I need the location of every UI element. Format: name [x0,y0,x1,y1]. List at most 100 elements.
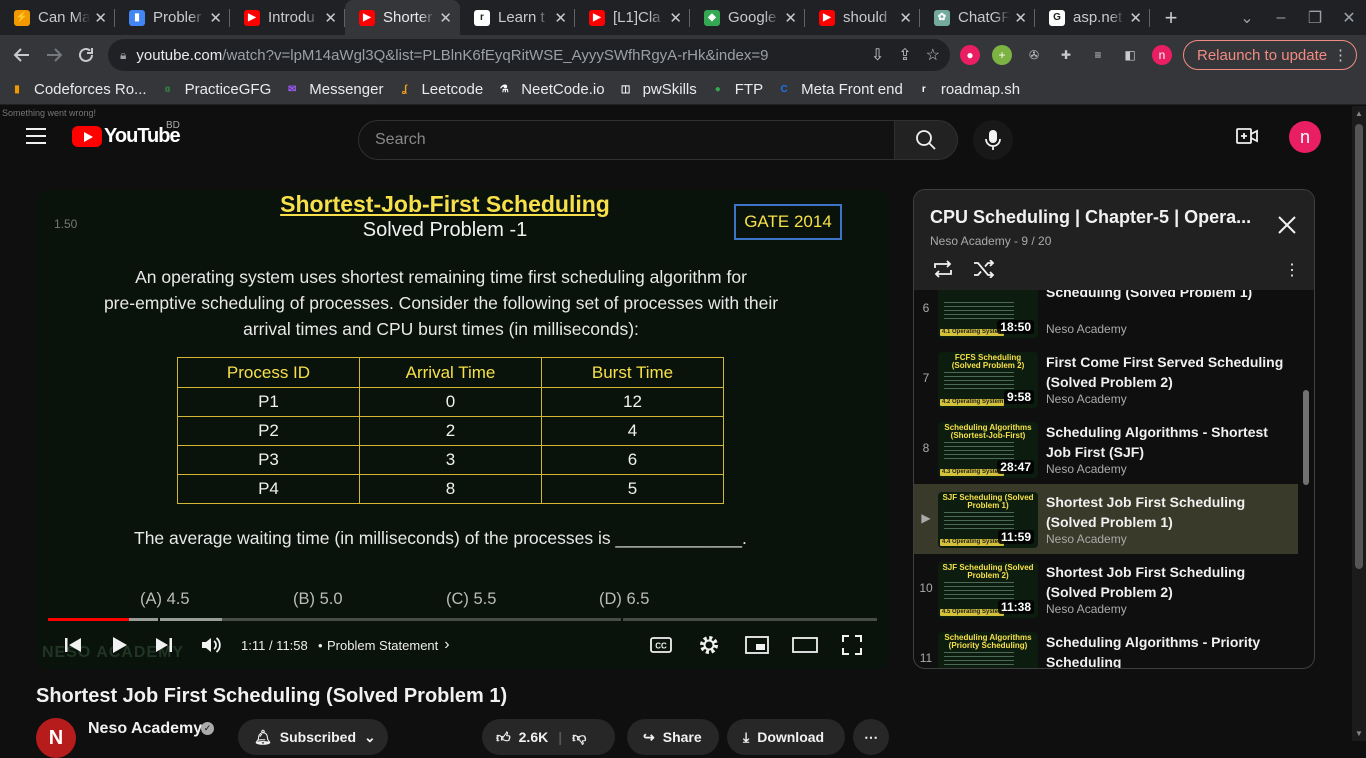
lock-icon[interactable]: 🔒︎ [120,48,126,63]
tab-close-icon[interactable]: ✕ [669,9,682,27]
play-button[interactable] [109,630,129,660]
channel-name[interactable]: Neso Academy [88,720,202,738]
search-input[interactable]: Search [358,120,895,160]
video-player[interactable]: 1.50 Shortest-Job-First Scheduling Solve… [36,190,889,669]
youtube-logo[interactable]: YouTube BD [72,120,181,148]
browser-tab[interactable]: ◆ Google ✕ [690,0,805,35]
chapter-title-button[interactable]: Problem Statement › [327,630,450,660]
browser-tab[interactable]: ▶ [L1]Cla ✕ [575,0,690,35]
extension-mic-off-icon[interactable]: ✇ [1024,45,1044,65]
playlist-item[interactable]: 7 FCFS Scheduling (Solved Problem 2) 4.2 O… [914,344,1298,414]
browser-tab[interactable]: ⚡ Can Ma ✕ [0,0,115,35]
playlist-item-channel: Neso Academy [1046,462,1127,476]
profile-avatar[interactable]: n [1152,45,1172,65]
bookmark-item[interactable]: ✉ Messenger [285,81,383,98]
theater-mode-button[interactable] [792,630,818,660]
tab-close-icon[interactable]: ✕ [439,9,452,27]
media-queue-icon[interactable]: ≡ [1088,45,1108,65]
side-panel-icon[interactable]: ◧ [1120,45,1140,65]
bookmark-item[interactable]: ▮ Codeforces Ro... [10,81,146,98]
scroll-up-arrow-icon[interactable]: ▲ [1355,109,1363,118]
volume-button[interactable] [200,630,222,660]
tab-close-icon[interactable]: ✕ [1129,9,1142,27]
playlist-item[interactable]: 6 4.1 Operating System 18:50 Scheduling (So… [914,290,1298,344]
browser-tab[interactable]: ▶ should ✕ [805,0,920,35]
tab-close-icon[interactable]: ✕ [784,9,797,27]
browser-tab[interactable]: ▮ Probler ✕ [115,0,230,35]
browser-tab[interactable]: ▶ Shorter ✕ [345,0,460,35]
playlist-item[interactable]: 10 SJF Scheduling (Solved Problem 2) 4.5 O… [914,554,1298,624]
page-scrollbar[interactable]: ▲ ▼ [1352,106,1366,741]
omnibox[interactable]: 🔒︎ youtube.com/watch?v=lpM14aWgl3Q&list=… [108,39,950,71]
bookmark-favicon-icon: ⚗ [499,84,509,95]
bookmark-item[interactable]: ʆ Leetcode [397,81,483,98]
new-tab-button[interactable]: + [1154,5,1188,31]
bookmark-label: pwSkills [642,81,697,98]
tab-close-icon[interactable]: ✕ [94,9,107,27]
scroll-down-arrow-icon[interactable]: ▼ [1355,729,1363,738]
like-button[interactable]: 👍︎ 2.6K [496,729,548,746]
search-button[interactable] [894,120,958,160]
bookmark-item[interactable]: ɞ PracticeGFG [161,81,272,98]
install-icon[interactable]: ⇩ [871,45,884,65]
bookmark-item[interactable]: r roadmap.sh [917,81,1020,98]
settings-button[interactable] [698,630,720,660]
bookmark-item[interactable]: C Meta Front end [777,81,902,98]
playlist-more-icon[interactable]: ⋮ [1284,260,1300,280]
browser-tab[interactable]: r Learn t ✕ [460,0,575,35]
tab-close-icon[interactable]: ✕ [899,9,912,27]
fullscreen-button[interactable] [842,630,862,660]
tab-search-icon[interactable]: ⌄ [1230,8,1264,28]
svg-text:CC: CC [655,642,667,651]
playlist-item[interactable]: 8 Scheduling Algorithms (Shortest-Job-Fir… [914,414,1298,484]
miniplayer-button[interactable] [745,630,769,660]
guide-menu-button[interactable] [26,128,46,144]
playlist-item[interactable]: ▶ SJF Scheduling (Solved Problem 1) 4.4 Op… [914,484,1298,554]
relaunch-to-update-button[interactable]: Relaunch to update ⋮ [1183,40,1357,70]
forward-button[interactable] [38,39,70,71]
close-window-button[interactable]: ✕ [1332,8,1366,28]
subscribed-button[interactable]: 🔔︎ Subscribed ⌄ [238,719,388,755]
download-button[interactable]: ⤓ Download [727,719,845,755]
voice-search-button[interactable] [973,120,1013,160]
bookmark-item[interactable]: ● FTP [711,81,763,98]
browser-menu-icon[interactable]: ⋮ [1333,46,1348,64]
extension-record-icon[interactable]: ● [960,45,980,65]
next-button[interactable] [154,630,174,660]
reload-button[interactable] [70,39,102,71]
bookmark-star-icon[interactable]: ☆ [926,45,940,65]
extension-plus-icon[interactable]: + [992,45,1012,65]
dislike-button[interactable]: 👎︎ [572,729,586,746]
scrollbar-thumb[interactable] [1355,124,1363,569]
tab-close-icon[interactable]: ✕ [324,9,337,27]
playlist-title[interactable]: CPU Scheduling | Chapter-5 | Opera... [930,207,1260,228]
tab-close-icon[interactable]: ✕ [1014,9,1027,27]
channel-avatar[interactable]: N [36,718,76,758]
captions-button[interactable]: CC [650,630,672,660]
progress-bar[interactable] [48,618,877,621]
browser-tab[interactable]: ▶ Introdu ✕ [230,0,345,35]
tab-close-icon[interactable]: ✕ [554,9,567,27]
bookmark-label: Leetcode [421,81,484,98]
account-avatar[interactable]: n [1289,121,1321,153]
share-button[interactable]: ↪ Share [627,719,719,755]
bookmark-item[interactable]: ⚗ NeetCode.io [497,81,605,98]
previous-button[interactable] [63,630,83,660]
tab-close-icon[interactable]: ✕ [209,9,222,27]
close-playlist-button[interactable] [1277,215,1297,240]
playlist-scrollbar[interactable] [1303,390,1309,485]
share-icon[interactable]: ⇪ [898,45,911,65]
url-host: youtube.com [136,46,223,64]
loop-playlist-button[interactable] [931,260,955,283]
minimize-button[interactable]: – [1264,9,1298,27]
browser-tab[interactable]: ✿ ChatGF ✕ [920,0,1035,35]
extensions-puzzle-icon[interactable]: ✚ [1056,45,1076,65]
more-actions-button[interactable]: ⋯ [853,719,889,755]
browser-tab[interactable]: Gasp.net ✕ [1035,0,1150,35]
create-video-button[interactable] [1236,126,1258,151]
bookmark-item[interactable]: ◫ pwSkills [619,81,697,98]
back-button[interactable] [6,39,38,71]
shuffle-button[interactable] [972,259,996,283]
playlist-item[interactable]: 11 Scheduling Algorithms (Priority Schedu… [914,624,1298,668]
maximize-button[interactable]: ❐ [1298,8,1332,28]
